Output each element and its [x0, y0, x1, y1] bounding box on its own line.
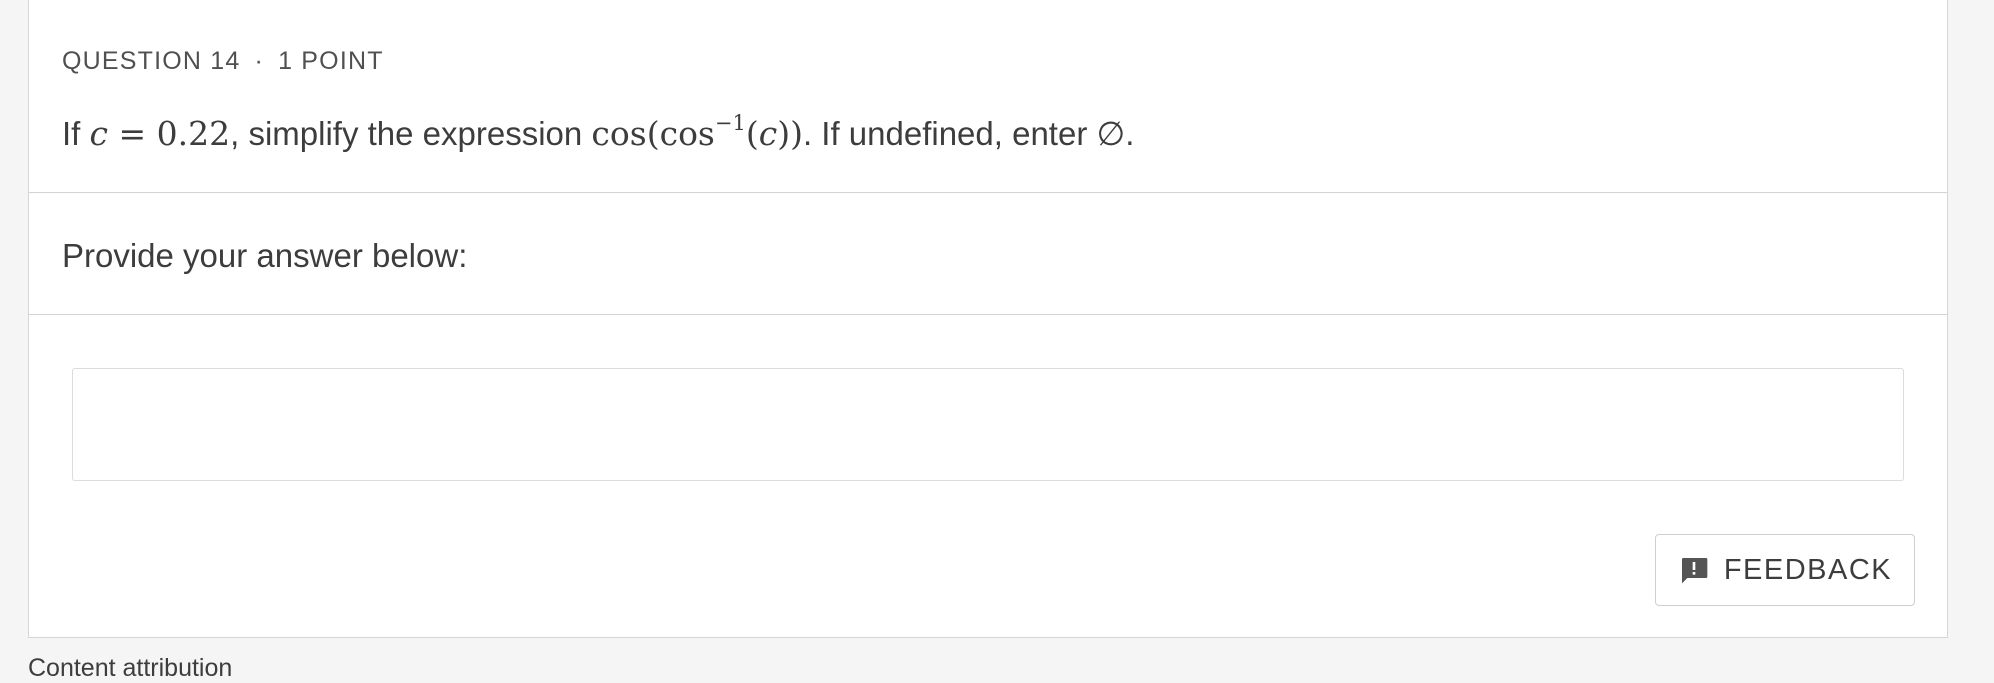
- divider-bottom: [29, 314, 1947, 315]
- question-card: QUESTION 14 · 1 POINT If c = 0.22, simplif…: [28, 0, 1948, 638]
- question-number: QUESTION 14: [62, 47, 241, 75]
- question-text-middle: , simplify the expression: [230, 115, 592, 152]
- math-expr-part-c: )): [777, 114, 803, 153]
- question-points: 1 POINT: [278, 47, 384, 75]
- math-expr-variable: c: [758, 114, 778, 153]
- divider-top: [29, 192, 1947, 193]
- feedback-button[interactable]: FEEDBACK: [1655, 534, 1915, 606]
- question-text: If c = 0.22, simplify the expression cos…: [62, 112, 1134, 156]
- math-expr-exponent: −1: [714, 111, 746, 135]
- content-attribution-link[interactable]: Content attribution: [28, 654, 232, 683]
- math-variable: c: [89, 114, 108, 153]
- math-expr-part-b: (: [745, 114, 759, 153]
- math-expr-part-a: cos(cos: [591, 114, 715, 153]
- answer-input[interactable]: [72, 368, 1904, 481]
- question-text-suffix: . If undefined, enter ∅.: [802, 115, 1135, 152]
- feedback-label: FEEDBACK: [1723, 553, 1893, 586]
- math-condition: c = 0.22: [90, 114, 231, 153]
- question-header: QUESTION 14 · 1 POINT: [62, 47, 384, 76]
- question-text-prefix: If: [62, 115, 90, 152]
- math-equality: = 0.22: [108, 114, 231, 153]
- header-separator: ·: [254, 47, 265, 75]
- feedback-icon: [1681, 558, 1708, 584]
- math-expression: cos(cos−1(c)): [591, 111, 803, 154]
- answer-prompt: Provide your answer below:: [62, 237, 468, 274]
